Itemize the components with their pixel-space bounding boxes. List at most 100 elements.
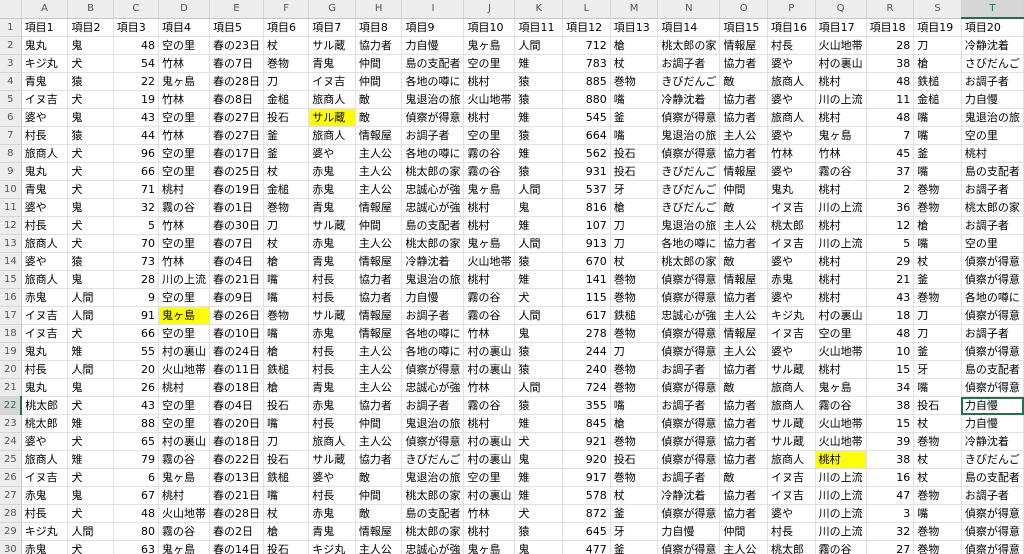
cell-R26[interactable]: 16 [866,468,915,487]
select-all-corner[interactable] [0,0,22,19]
cell-H24[interactable]: 主人公 [355,432,403,451]
cell-N26[interactable]: お調子者 [657,468,721,487]
cell-S25[interactable]: 杖 [913,450,962,469]
cell-G26[interactable]: 婆や [308,468,356,487]
cell-N11[interactable]: きびだんご [657,198,721,217]
cell-E26[interactable]: 春の13日 [209,468,264,487]
cell-E28[interactable]: 春の28日 [209,504,264,523]
cell-K25[interactable]: 鬼 [514,450,564,469]
cell-N22[interactable]: お調子者 [657,396,721,415]
cell-I6[interactable]: 偵察が得意 [401,108,465,127]
cell-K14[interactable]: 猿 [514,252,564,271]
cell-T25[interactable]: きびだんご [961,450,1024,469]
cell-N28[interactable]: 偵察が得意 [657,504,721,523]
cell-F7[interactable]: 釜 [263,126,310,145]
cell-R3[interactable]: 38 [866,54,915,73]
cell-R25[interactable]: 38 [866,450,915,469]
cell-A2[interactable]: 鬼丸 [21,36,69,55]
cell-F18[interactable]: 嘴 [263,324,310,343]
cell-R23[interactable]: 15 [866,414,915,433]
cell-C1[interactable]: 項目3 [113,18,160,37]
cell-J24[interactable]: 村の裏山 [463,432,516,451]
row-header[interactable]: 27 [0,486,22,505]
cell-H3[interactable]: 仲間 [355,54,403,73]
cell-N1[interactable]: 項目14 [657,18,721,37]
cell-G16[interactable]: 村長 [308,288,356,307]
cell-T9[interactable]: 島の支配者 [961,162,1024,181]
cell-M9[interactable]: 投石 [610,162,659,181]
cell-D17[interactable]: 鬼ヶ島 [158,306,210,325]
cell-N10[interactable]: きびだんご [657,180,721,199]
cell-G8[interactable]: 婆や [308,144,356,163]
cell-J25[interactable]: 村の裏山 [463,450,516,469]
cell-D9[interactable]: 空の里 [158,162,210,181]
cell-P28[interactable]: 婆や [767,504,816,523]
cell-R8[interactable]: 45 [866,144,915,163]
cell-L5[interactable]: 880 [562,90,611,109]
cell-J30[interactable]: 鬼ヶ島 [463,540,516,554]
cell-P7[interactable]: 婆や [767,126,816,145]
cell-K27[interactable]: 雉 [514,486,564,505]
cell-S27[interactable]: 巻物 [913,486,962,505]
cell-A13[interactable]: 旅商人 [21,234,69,253]
column-header-J[interactable]: J [463,0,516,19]
cell-E9[interactable]: 春の25日 [209,162,264,181]
cell-K6[interactable]: 雉 [514,108,564,127]
cell-M28[interactable]: 釜 [610,504,659,523]
cell-S20[interactable]: 牙 [913,360,962,379]
cell-C22[interactable]: 43 [113,396,160,415]
cell-J21[interactable]: 竹林 [463,378,516,397]
cell-L6[interactable]: 545 [562,108,611,127]
cell-P4[interactable]: 旅商人 [767,72,816,91]
cell-D27[interactable]: 桃村 [158,486,210,505]
cell-S19[interactable]: 釜 [913,342,962,361]
cell-K10[interactable]: 人間 [514,180,564,199]
cell-K26[interactable]: 雉 [514,468,564,487]
cell-P19[interactable]: 婆や [767,342,816,361]
cell-O5[interactable]: 協力者 [719,90,768,109]
cell-H5[interactable]: 敵 [355,90,403,109]
cell-R7[interactable]: 7 [866,126,915,145]
row-header[interactable]: 15 [0,270,22,289]
cell-E16[interactable]: 春の9日 [209,288,264,307]
cell-K28[interactable]: 犬 [514,504,564,523]
cell-S8[interactable]: 釜 [913,144,962,163]
cell-R10[interactable]: 2 [866,180,915,199]
cell-O24[interactable]: 協力者 [719,432,768,451]
cell-D14[interactable]: 竹林 [158,252,210,271]
cell-Q11[interactable]: 川の上流 [815,198,867,217]
cell-G7[interactable]: 旅商人 [308,126,356,145]
cell-D13[interactable]: 空の里 [158,234,210,253]
cell-Q15[interactable]: 桃村 [815,270,867,289]
cell-Q13[interactable]: 川の上流 [815,234,867,253]
cell-F28[interactable]: 杖 [263,504,310,523]
cell-S4[interactable]: 鉄槌 [913,72,962,91]
cell-L13[interactable]: 913 [562,234,611,253]
cell-I13[interactable]: 桃太郎の家 [401,234,465,253]
cell-L1[interactable]: 項目12 [562,18,611,37]
cell-T3[interactable]: さびだんご [961,54,1024,73]
cell-G22[interactable]: 赤鬼 [308,396,356,415]
cell-B29[interactable]: 人間 [67,522,114,541]
cell-Q2[interactable]: 火山地帯 [815,36,867,55]
cell-J8[interactable]: 霧の谷 [463,144,516,163]
cell-M22[interactable]: 嘴 [610,396,659,415]
cell-K20[interactable]: 猿 [514,360,564,379]
cell-M13[interactable]: 刀 [610,234,659,253]
cell-B21[interactable]: 鬼 [67,378,114,397]
cell-T22[interactable]: 力自慢 [961,396,1024,415]
row-header[interactable]: 19 [0,342,22,361]
cell-R6[interactable]: 48 [866,108,915,127]
cell-O22[interactable]: 協力者 [719,396,768,415]
row-header[interactable]: 29 [0,522,22,541]
cell-P8[interactable]: 竹林 [767,144,816,163]
cell-E27[interactable]: 春の21日 [209,486,264,505]
cell-I19[interactable]: 各地の噂に [401,342,465,361]
row-header[interactable]: 22 [0,396,23,415]
column-header-P[interactable]: P [767,0,816,19]
row-header[interactable]: 28 [0,504,22,523]
cell-I23[interactable]: 鬼退治の旅 [401,414,465,433]
cell-A30[interactable]: 赤鬼 [21,540,69,554]
cell-H21[interactable]: 主人公 [355,378,403,397]
cell-E15[interactable]: 春の21日 [209,270,264,289]
